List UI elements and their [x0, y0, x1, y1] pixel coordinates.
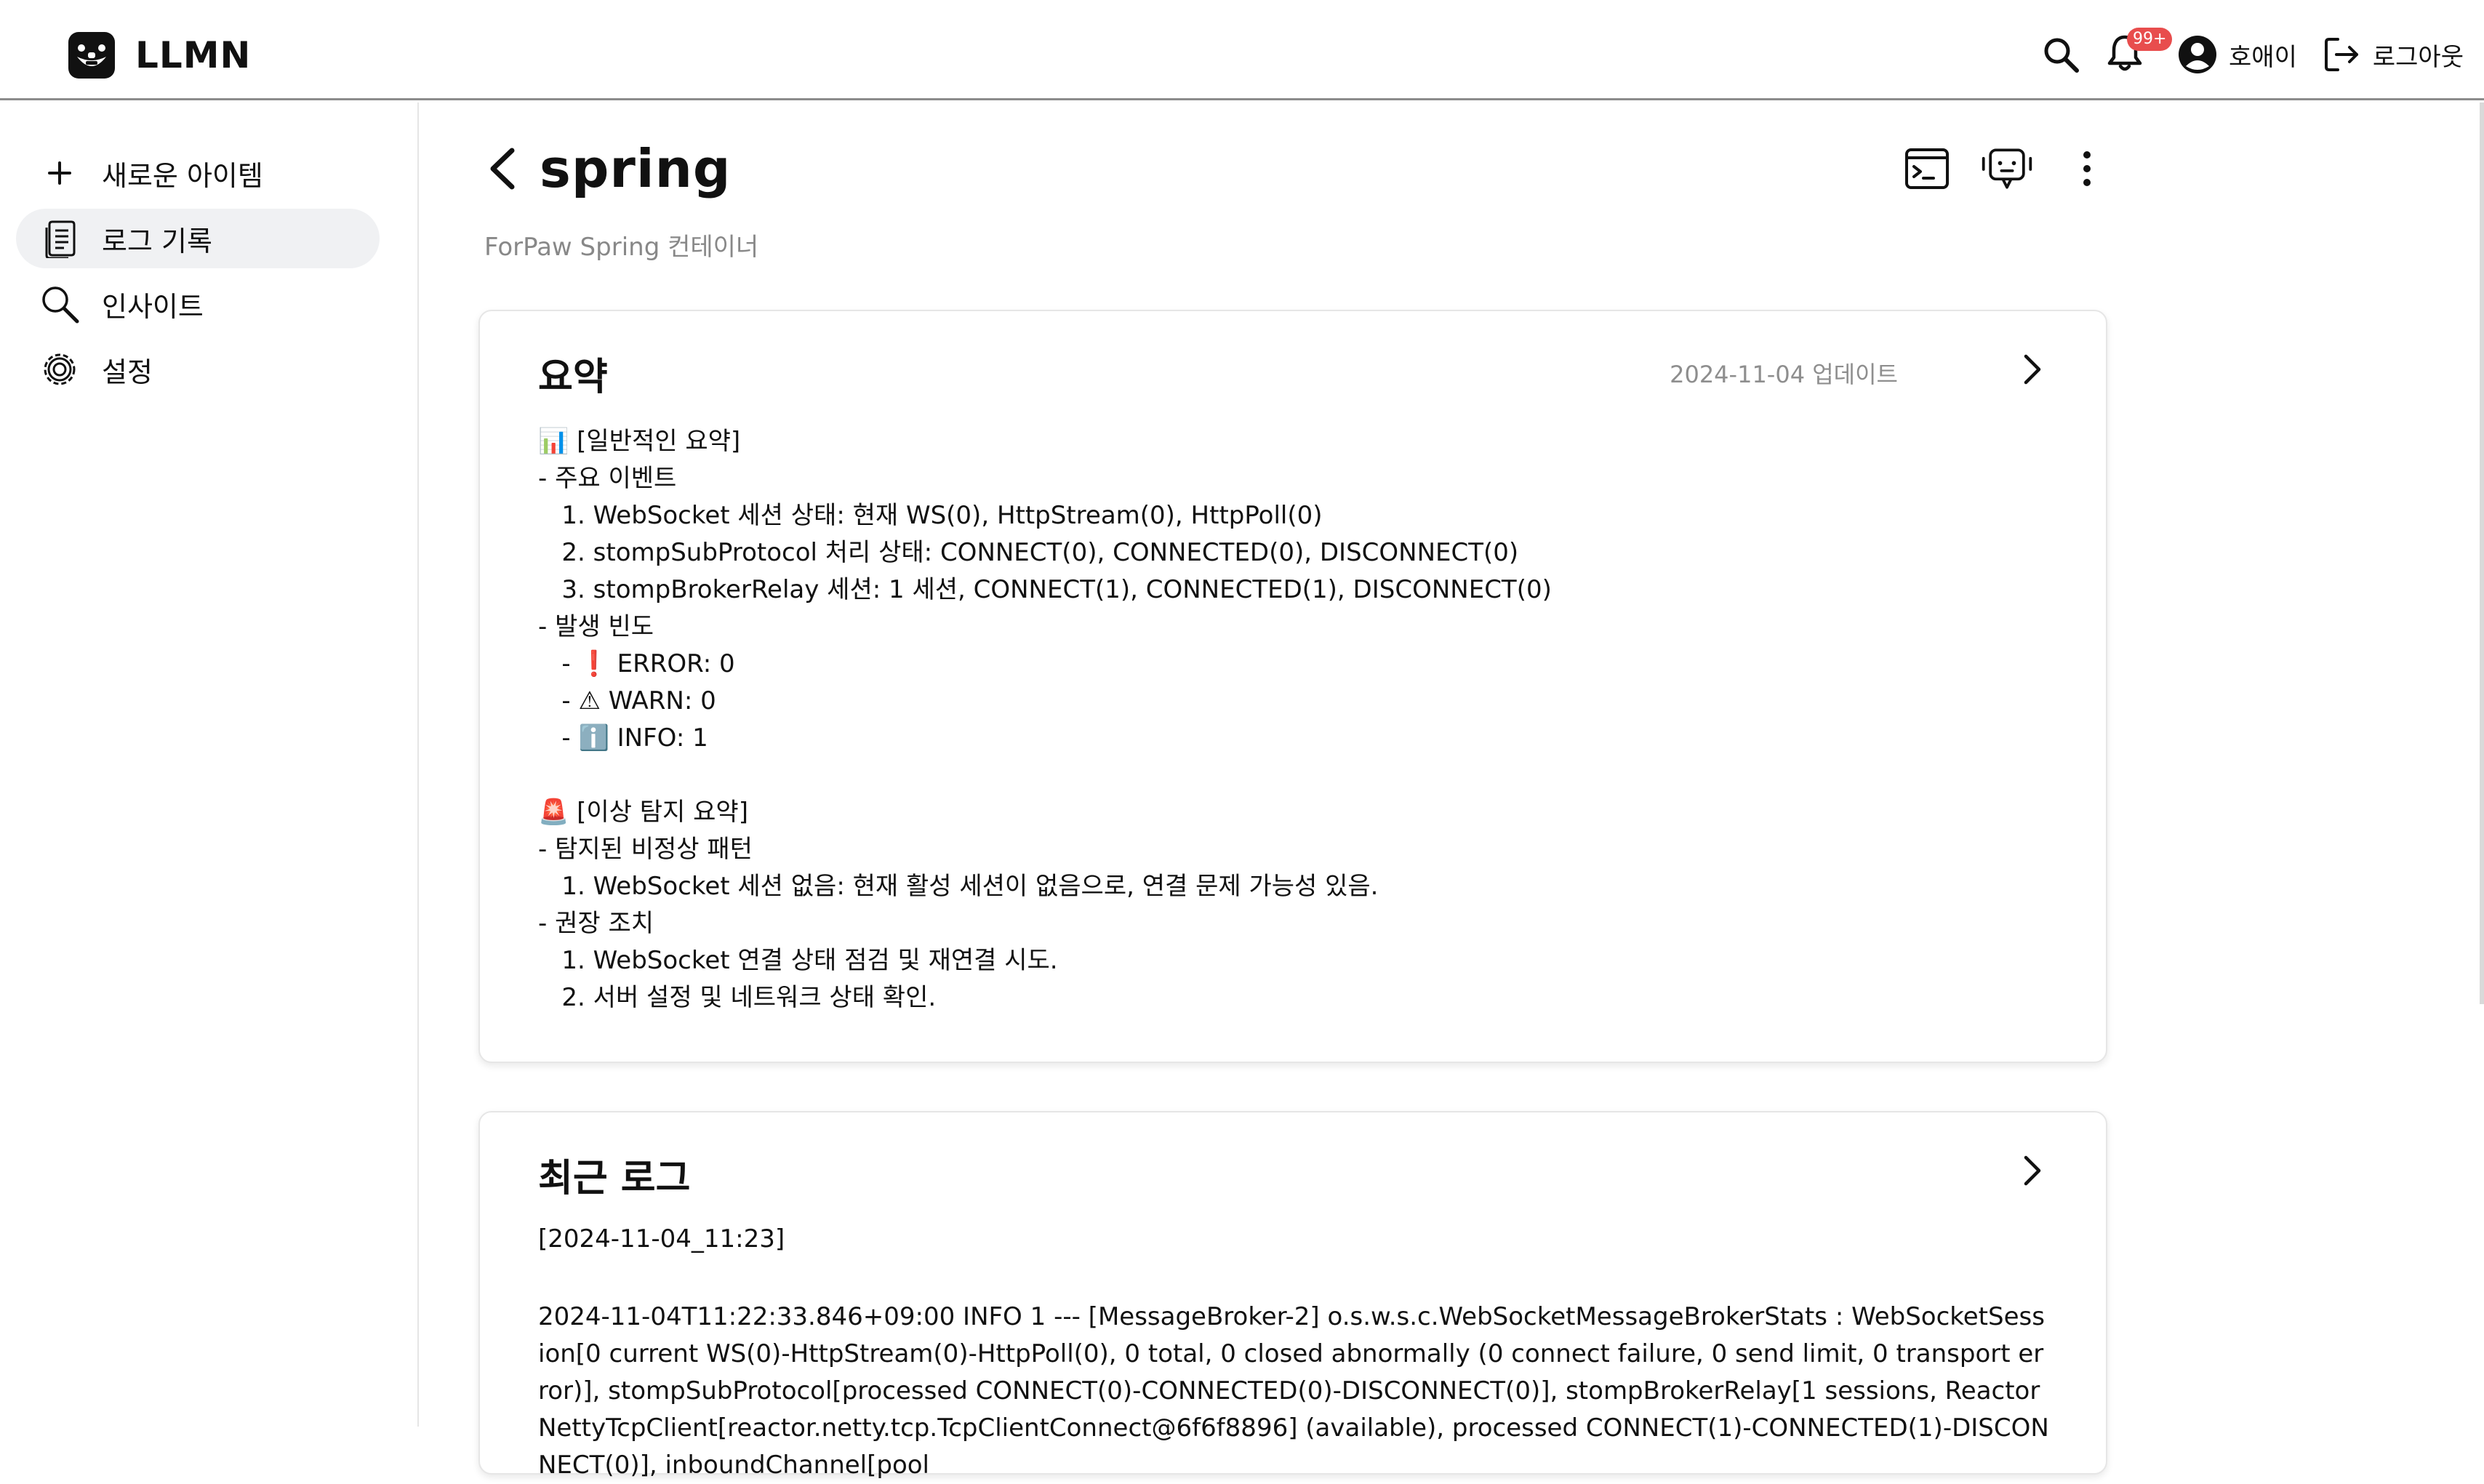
notification-button[interactable]: 99+	[2104, 28, 2173, 76]
gear-icon	[38, 348, 81, 391]
search-icon	[38, 282, 81, 326]
brand-name: LLMN	[135, 34, 252, 76]
back-chevron-icon[interactable]	[480, 145, 528, 193]
sidebar-item-label: 로그 기록	[102, 225, 212, 257]
sidebar-item-label: 새로운 아이템	[102, 159, 263, 192]
plus-icon	[38, 151, 81, 195]
recent-logs-card: 최근 로그 [2024-11-04_11:23] 2024-11-04T11:2…	[478, 1111, 2107, 1480]
notification-badge: 99+	[2127, 28, 2173, 51]
logout-button[interactable]: 로그아웃	[2320, 33, 2464, 76]
page-title: spring	[540, 138, 732, 199]
chevron-right-icon[interactable]	[2011, 349, 2052, 390]
sidebar-item-label: 설정	[102, 356, 153, 388]
user-menu[interactable]: 호애이	[2176, 33, 2297, 76]
user-name: 호애이	[2229, 42, 2297, 72]
page-subtitle: ForPaw Spring 컨테이너	[484, 233, 759, 262]
sidebar-item-label: 인사이트	[102, 290, 204, 323]
page-scrollbar[interactable]	[2480, 103, 2484, 1004]
page-actions	[1899, 141, 2115, 196]
sidebar-item-settings[interactable]: 설정	[16, 340, 380, 399]
logout-icon	[2320, 33, 2363, 76]
more-vertical-icon[interactable]	[2059, 141, 2115, 196]
search-icon[interactable]	[2040, 33, 2082, 76]
sidebar-item-new-item[interactable]: 새로운 아이템	[16, 143, 380, 203]
summary-card-title: 요약	[538, 356, 608, 399]
log-timestamp: [2024-11-04_11:23]	[538, 1224, 785, 1254]
avatar-icon	[2176, 33, 2219, 76]
brand[interactable]: LLMN	[67, 31, 251, 80]
summary-text: 📊 [일반적인 요약] - 주요 이벤트 1. WebSocket 세션 상태:…	[538, 427, 1552, 1012]
recent-logs-title: 최근 로그	[538, 1157, 691, 1200]
document-icon	[38, 217, 81, 260]
page-header: spring	[480, 138, 731, 199]
lion-logo-icon	[67, 31, 116, 80]
sidebar-item-log-history[interactable]: 로그 기록	[16, 209, 380, 268]
summary-updated-date: 2024-11-04 업데이트	[1670, 361, 1898, 388]
logout-label: 로그아웃	[2372, 42, 2464, 72]
log-entry: 2024-11-04T11:22:33.846+09:00 INFO 1 ---…	[538, 1302, 2049, 1480]
top-header: LLMN 99+ 호애이 로그아웃	[0, 0, 2484, 100]
chevron-right-icon[interactable]	[2011, 1150, 2052, 1191]
terminal-icon[interactable]	[1899, 141, 1955, 196]
summary-card: 요약 2024-11-04 업데이트 📊 [일반적인 요약] - 주요 이벤트 …	[478, 310, 2107, 1063]
bot-icon[interactable]	[1979, 141, 2035, 196]
sidebar: 새로운 아이템 로그 기록 인사이트 설정	[0, 103, 419, 1427]
sidebar-item-insight[interactable]: 인사이트	[16, 274, 380, 334]
